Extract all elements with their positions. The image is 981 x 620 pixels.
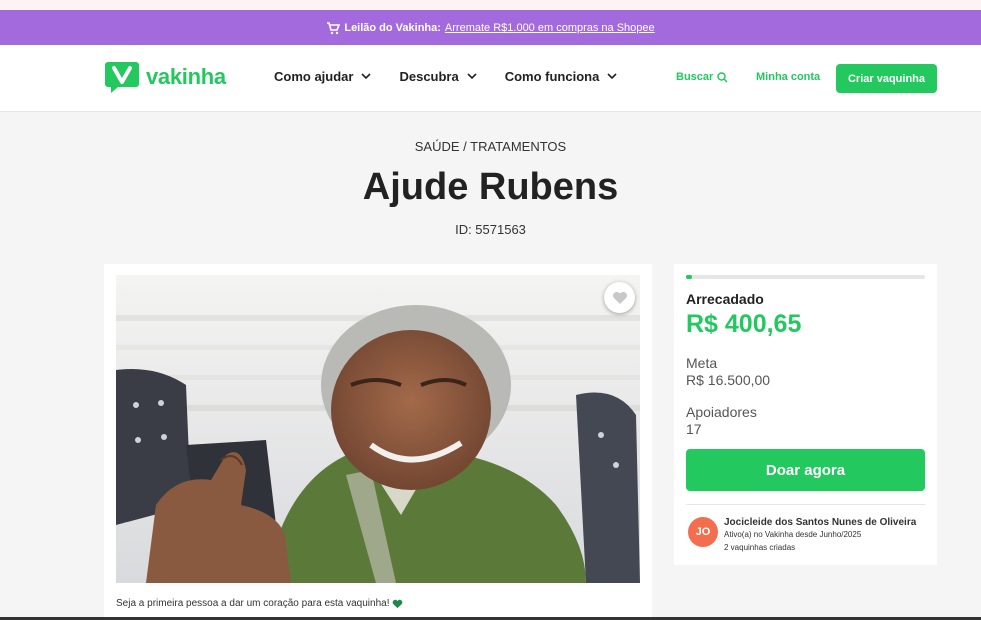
donate-button[interactable]: Doar agora — [686, 449, 925, 491]
promo-title: Leilão do Vakinha: — [344, 21, 441, 34]
promo-banner: Leilão do Vakinha: Arremate R$1.000 em c… — [0, 10, 981, 45]
supporters-label: Apoiadores — [686, 404, 757, 420]
goal-value: R$ 16.500,00 — [686, 372, 771, 388]
supporters-value: 17 — [686, 421, 702, 437]
cart-icon — [327, 21, 341, 34]
raised-label: Arrecadado — [686, 291, 764, 307]
nav-label: Descubra — [399, 69, 459, 84]
chevron-down-icon — [467, 73, 477, 80]
heart-button[interactable] — [604, 282, 635, 313]
progress-bar — [686, 275, 925, 279]
creator-since: Ativo(a) no Vakinha desde Junho/2025 — [724, 530, 862, 539]
chevron-down-icon — [607, 73, 617, 80]
avatar[interactable]: JO — [688, 517, 718, 547]
nav-como-funciona[interactable]: Como funciona — [505, 69, 618, 84]
first-heart-text: Seja a primeira pessoa a dar um coração … — [116, 598, 390, 609]
nav-label: Como ajudar — [274, 69, 354, 84]
logo[interactable]: vakinha — [104, 60, 226, 94]
divider — [686, 504, 925, 505]
raised-value: R$ 400,65 — [686, 310, 802, 338]
goal-label: Meta — [686, 355, 718, 371]
search-link[interactable]: Buscar — [676, 71, 728, 83]
main-nav: Como ajudar Descubra Como funciona — [274, 69, 617, 84]
search-icon — [717, 71, 728, 83]
donation-panel: Arrecadado R$ 400,65 Meta R$ 16.500,00 A… — [674, 264, 937, 565]
heart-icon — [612, 291, 627, 304]
page-title: Ajude Rubens — [362, 166, 619, 208]
create-vaquinha-button[interactable]: Criar vaquinha — [836, 64, 937, 93]
campaign-media-card — [104, 264, 652, 620]
search-label: Buscar — [676, 71, 714, 83]
campaign-category[interactable]: SAÚDE / TRATAMENTOS — [0, 139, 981, 154]
campaign-photo — [116, 275, 640, 583]
top-strip — [0, 0, 981, 10]
chevron-down-icon — [361, 73, 372, 80]
nav-descubra[interactable]: Descubra — [399, 69, 477, 84]
my-account-link[interactable]: Minha conta — [756, 71, 820, 83]
green-heart-icon — [392, 599, 402, 608]
creator-name[interactable]: Jocicleide dos Santos Nunes de Oliveira — [724, 517, 916, 528]
progress-fill — [686, 275, 692, 279]
first-heart-note: Seja a primeira pessoa a dar um coração … — [116, 598, 403, 609]
nav-label: Como funciona — [504, 69, 600, 84]
creator-campaign-count: 2 vaquinhas criadas — [724, 543, 796, 552]
vakinha-logo-icon — [105, 62, 139, 93]
promo-link[interactable]: Arremate R$1.000 em compras na Shopee — [445, 22, 655, 34]
nav-como-ajudar[interactable]: Como ajudar — [274, 69, 372, 84]
campaign-id: ID: 5571563 — [455, 222, 526, 237]
logo-text: vakinha — [146, 64, 226, 89]
site-header: vakinha Como ajudar Descubra Como funcio… — [0, 45, 981, 112]
